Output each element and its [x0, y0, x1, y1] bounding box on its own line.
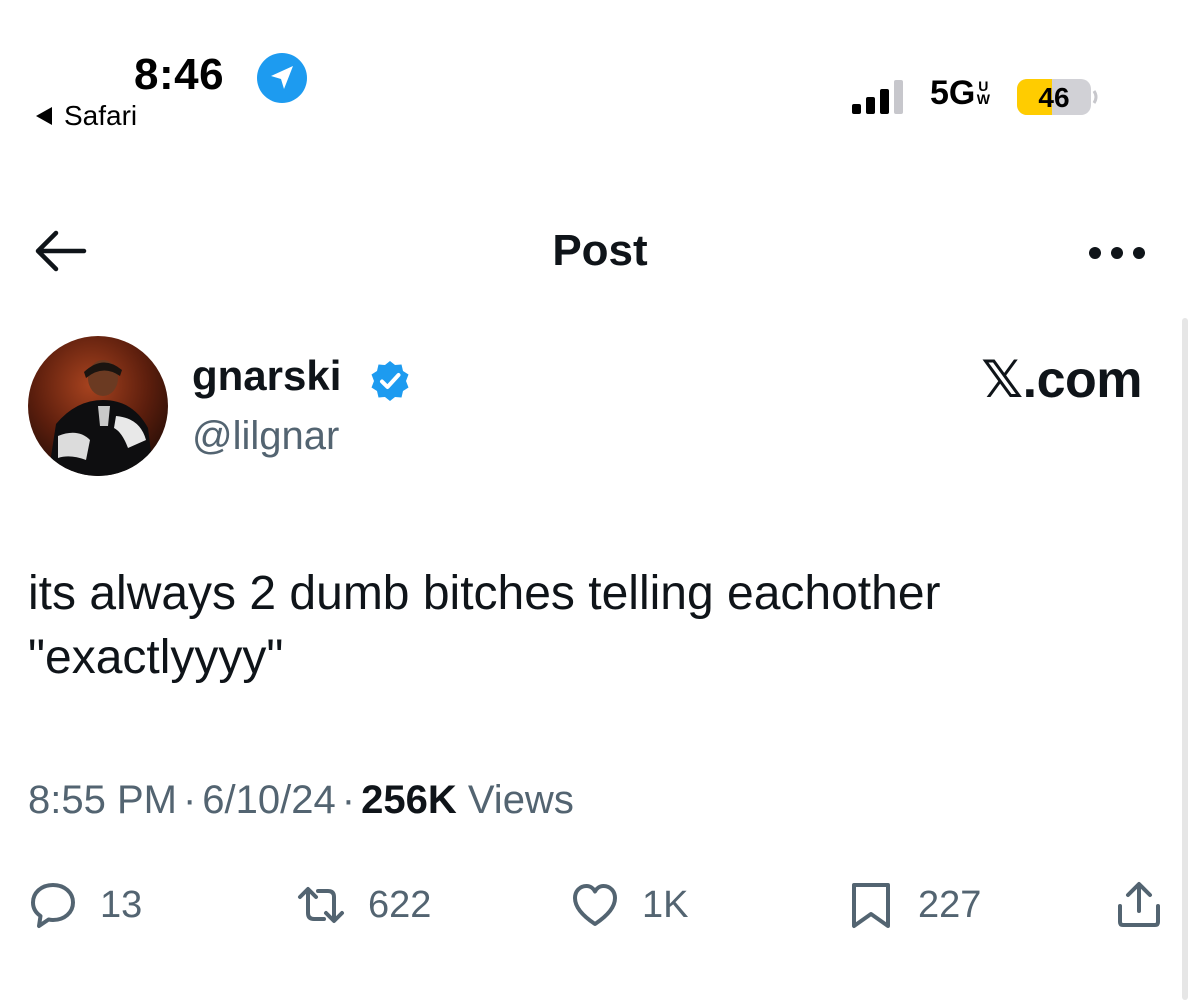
- reply-button[interactable]: 13: [28, 880, 142, 930]
- share-button[interactable]: [1114, 880, 1164, 930]
- network-suffix: UW: [976, 78, 990, 107]
- status-time: 8:46: [134, 50, 225, 99]
- scrollbar[interactable]: [1182, 318, 1188, 1000]
- post-date[interactable]: 6/10/24: [202, 778, 335, 822]
- reply-count: 13: [100, 883, 143, 926]
- back-app-label: Safari: [64, 100, 138, 131]
- like-icon: [573, 884, 617, 926]
- reply-icon: [31, 883, 75, 928]
- display-name[interactable]: gnarski: [192, 352, 341, 400]
- back-to-safari[interactable]: Safari: [36, 100, 137, 132]
- bookmark-icon: [852, 883, 890, 928]
- meta-separator: ·: [182, 778, 197, 822]
- views-count[interactable]: 256K: [361, 778, 457, 822]
- like-button[interactable]: 1K: [570, 880, 688, 930]
- back-arrow-icon[interactable]: [34, 228, 88, 274]
- back-triangle-icon: [36, 107, 52, 125]
- location-arrow-icon: [257, 53, 307, 103]
- like-count: 1K: [642, 883, 689, 926]
- post-text: its always 2 dumb bitches telling eachot…: [28, 567, 941, 684]
- cellular-signal-icon: [852, 80, 903, 114]
- post-time[interactable]: 8:55 PM: [28, 778, 177, 822]
- avatar[interactable]: [28, 336, 168, 476]
- more-icon[interactable]: [1088, 246, 1146, 260]
- post-metadata: 8:55 PM · 6/10/24 · 256K Views: [28, 778, 574, 823]
- repost-count: 622: [368, 883, 432, 926]
- repost-button[interactable]: 622: [296, 880, 431, 930]
- network-type: 5G: [930, 74, 976, 112]
- bookmark-button[interactable]: 227: [846, 880, 981, 930]
- share-icon: [1118, 882, 1160, 927]
- verified-badge-icon: [371, 361, 409, 401]
- repost-icon: [298, 887, 344, 923]
- battery-level: 46: [1038, 82, 1069, 113]
- user-handle[interactable]: @lilgnar: [192, 414, 339, 459]
- views-label[interactable]: Views: [468, 778, 574, 822]
- page-title: Post: [552, 226, 648, 275]
- battery-icon: 46: [1017, 79, 1098, 115]
- x-com-watermark: 𝕏.com: [981, 351, 1142, 409]
- network-indicator: 5G UW: [930, 74, 990, 113]
- meta-separator: ·: [341, 778, 356, 822]
- bookmark-count: 227: [918, 883, 982, 926]
